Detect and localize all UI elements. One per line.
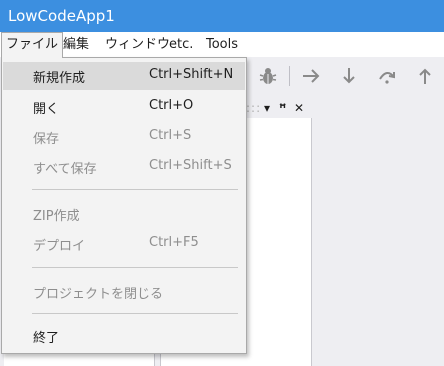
menu-item-label: 開く	[33, 102, 60, 117]
menu-tools[interactable]: Tools	[202, 32, 242, 57]
window-title: LowCodeApp1	[8, 7, 115, 25]
menu-bar: ファイル 編集 ウィンドウ etc. Tools	[0, 32, 444, 58]
menu-item-deploy[interactable]: デプロイ Ctrl+F5	[3, 230, 245, 258]
file-menu-dropdown: 新規作成 Ctrl+Shift+N 開く Ctrl+O 保存 Ctrl+S すべ…	[1, 57, 247, 354]
menu-window[interactable]: ウィンドウ	[101, 32, 174, 57]
menu-item-shortcut: Ctrl+Shift+N	[149, 67, 234, 82]
step-over-icon[interactable]	[376, 65, 398, 87]
menu-etc[interactable]: etc.	[165, 32, 197, 57]
panel-header: ::: ▾ ꟸ ✕	[246, 101, 310, 117]
menu-separator	[32, 189, 238, 190]
panel-dropdown-icon[interactable]: ▾	[264, 101, 270, 115]
menu-item-save-all[interactable]: すべて保存 Ctrl+Shift+S	[3, 153, 245, 181]
menu-file[interactable]: ファイル	[1, 32, 64, 58]
menu-edit[interactable]: 編集	[59, 32, 93, 57]
menu-item-open[interactable]: 開く Ctrl+O	[3, 93, 245, 121]
step-out-icon[interactable]	[414, 65, 436, 87]
menu-separator	[32, 267, 238, 268]
menu-item-label: すべて保存	[33, 162, 97, 177]
menu-item-shortcut: Ctrl+S	[149, 128, 192, 143]
menu-item-shortcut: Ctrl+Shift+S	[149, 158, 232, 173]
menu-item-label: ZIP作成	[33, 209, 80, 224]
pin-icon[interactable]: ꟸ	[279, 101, 286, 115]
menu-item-close-project[interactable]: プロジェクトを閉じる	[3, 278, 245, 306]
menu-item-new[interactable]: 新規作成 Ctrl+Shift+N	[3, 62, 245, 90]
step-into-icon[interactable]	[338, 65, 360, 87]
menu-item-zip[interactable]: ZIP作成	[3, 200, 245, 228]
menu-item-save[interactable]: 保存 Ctrl+S	[3, 123, 245, 151]
menu-item-shortcut: Ctrl+F5	[149, 235, 199, 250]
toolbar-separator	[289, 66, 290, 86]
menu-separator	[32, 313, 238, 314]
menu-item-label: 終了	[33, 331, 60, 346]
bug-icon[interactable]	[257, 65, 279, 87]
menu-item-exit[interactable]: 終了	[3, 322, 245, 350]
menu-item-label: 新規作成	[33, 71, 86, 86]
step-forward-icon[interactable]	[300, 65, 322, 87]
menu-item-label: 保存	[33, 132, 60, 147]
grip-dots: :::	[246, 101, 262, 115]
title-bar: LowCodeApp1	[0, 0, 444, 32]
menu-item-shortcut: Ctrl+O	[149, 98, 194, 113]
menu-item-label: デプロイ	[33, 239, 86, 254]
panel-close-icon[interactable]: ✕	[294, 101, 304, 115]
menu-item-label: プロジェクトを閉じる	[33, 287, 164, 302]
